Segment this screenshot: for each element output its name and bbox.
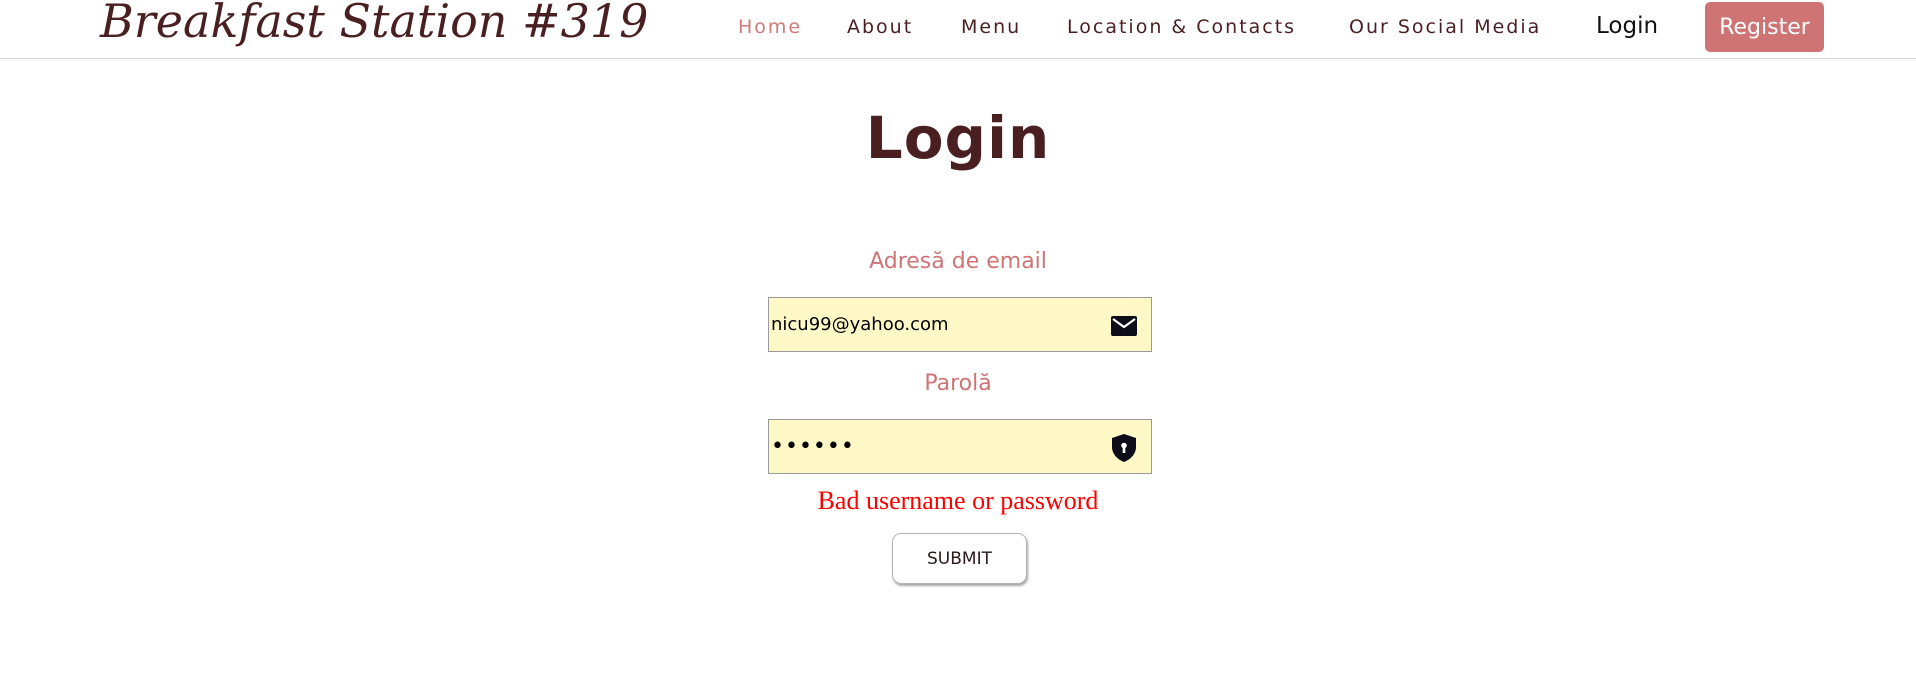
page-title: Login — [865, 104, 1051, 172]
password-label: Parolă — [924, 371, 992, 396]
nav-menu[interactable]: Menu — [961, 16, 1021, 38]
email-label: Adresă de email — [869, 249, 1047, 274]
nav-home[interactable]: Home — [738, 16, 802, 38]
nav-about[interactable]: About — [847, 16, 913, 38]
register-button[interactable]: Register — [1705, 2, 1824, 52]
password-field[interactable] — [771, 420, 1091, 473]
brand-logo[interactable]: Breakfast Station #319 — [100, 0, 648, 48]
envelope-icon — [1109, 311, 1139, 341]
nav-social-media[interactable]: Our Social Media — [1349, 16, 1541, 38]
password-field-container — [768, 419, 1152, 474]
nav-location-contacts[interactable]: Location & Contacts — [1067, 16, 1296, 38]
email-field-container — [768, 297, 1152, 352]
shield-lock-icon — [1109, 433, 1139, 463]
email-field[interactable] — [771, 298, 1091, 351]
nav-login-link[interactable]: Login — [1596, 13, 1658, 39]
login-error-message: Bad username or password — [817, 486, 1099, 515]
top-navbar: Breakfast Station #319 Home About Menu L… — [0, 0, 1916, 59]
submit-button[interactable]: SUBMIT — [892, 533, 1027, 584]
